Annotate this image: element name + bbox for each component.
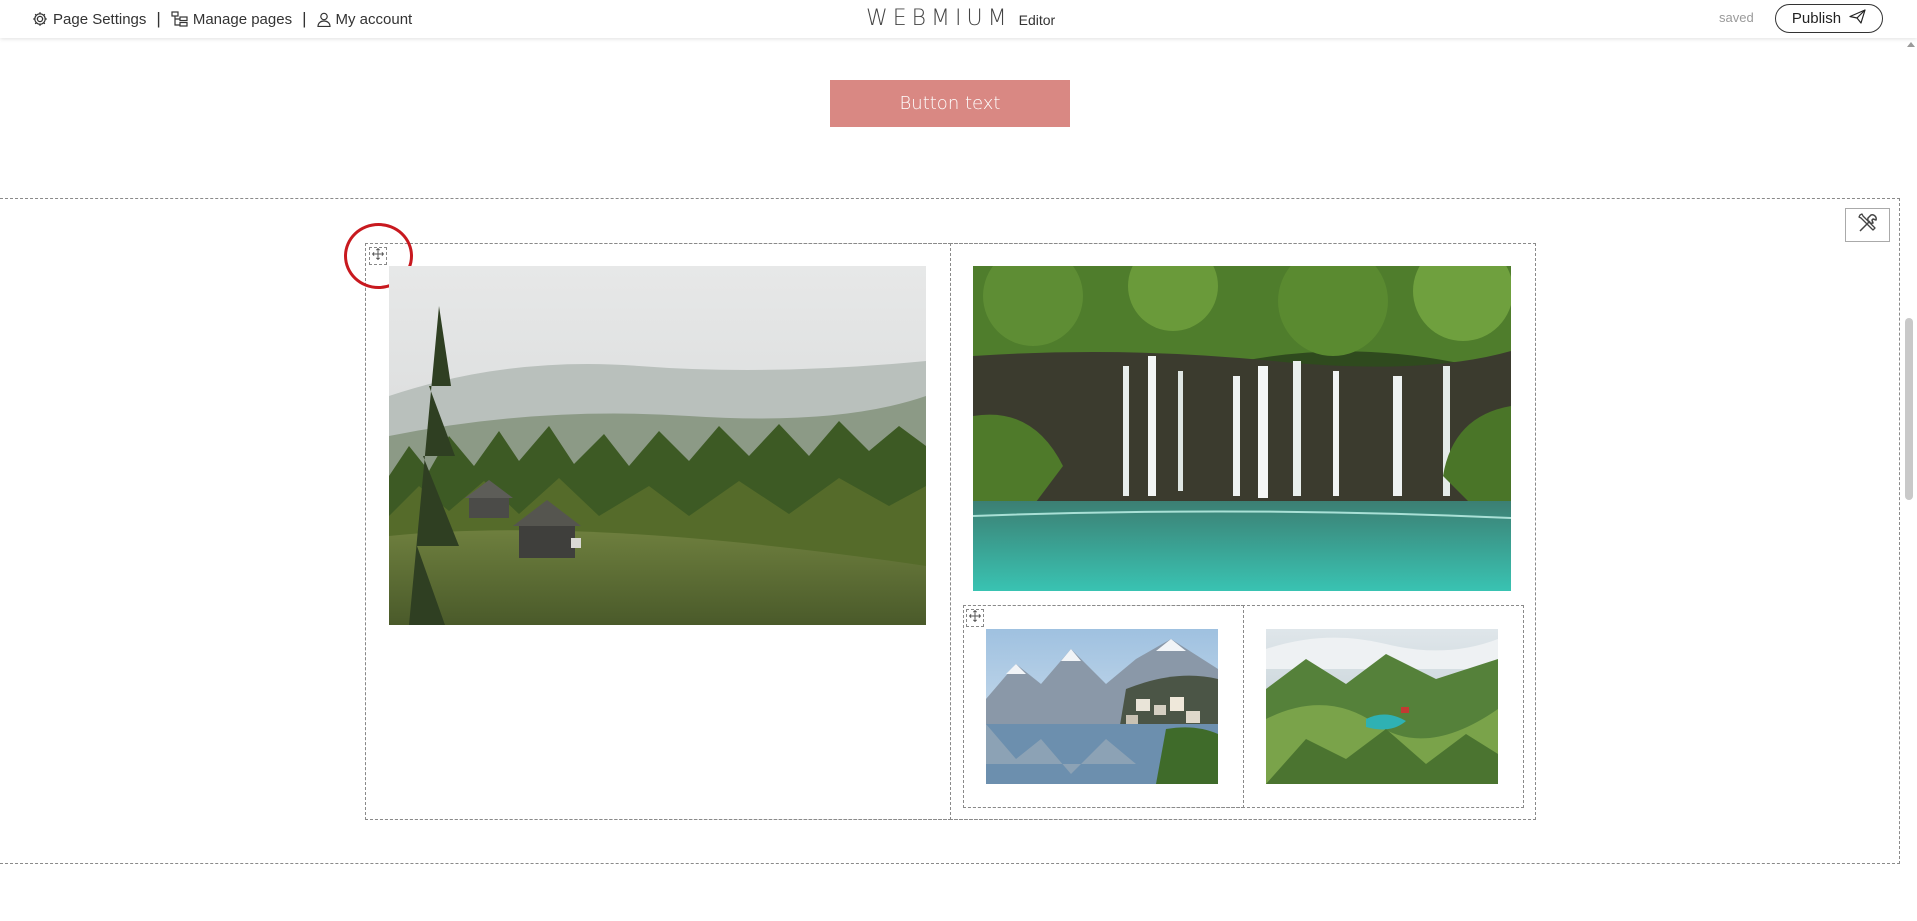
my-account-link[interactable]: My account	[316, 10, 413, 28]
manage-pages-link[interactable]: Manage pages	[171, 11, 292, 28]
section-tools-button[interactable]	[1845, 208, 1890, 242]
sitemap-icon	[171, 11, 188, 27]
page-settings-label: Page Settings	[53, 10, 147, 28]
brand-name: WEBMIUM	[866, 6, 1012, 31]
section-button[interactable]: Button text	[830, 80, 1070, 127]
publish-button[interactable]: Publish	[1775, 4, 1883, 33]
editor-toolbar: Page Settings | Manage pages | My accoun…	[0, 0, 1917, 38]
brand-sub: Editor	[1018, 12, 1056, 28]
page-settings-link[interactable]: Page Settings	[32, 11, 146, 28]
tools-icon	[1856, 211, 1880, 240]
forest-cabins-image[interactable]	[389, 266, 926, 625]
nav-separator: |	[302, 9, 307, 28]
lake-village-image[interactable]	[986, 629, 1218, 784]
drag-handle[interactable]	[966, 609, 984, 627]
my-account-label: My account	[335, 10, 413, 28]
scroll-up-arrow-icon[interactable]	[1907, 42, 1915, 47]
move-icon	[969, 609, 981, 627]
waterfall-image[interactable]	[973, 266, 1511, 591]
save-status: saved	[1719, 10, 1754, 25]
user-icon	[316, 12, 331, 27]
mountain-valley-image[interactable]	[1266, 629, 1498, 784]
publish-label: Publish	[1791, 10, 1842, 27]
section-button-label: Button text	[899, 93, 1001, 114]
toolbar-nav: Page Settings | Manage pages | My accoun…	[32, 0, 412, 38]
scrollbar-thumb[interactable]	[1905, 318, 1913, 500]
manage-pages-label: Manage pages	[192, 10, 293, 28]
paper-plane-icon	[1849, 9, 1866, 28]
nav-separator: |	[156, 9, 161, 28]
gear-icon	[32, 11, 48, 27]
webmium-logo: WEBMIUM Editor	[866, 6, 1055, 31]
